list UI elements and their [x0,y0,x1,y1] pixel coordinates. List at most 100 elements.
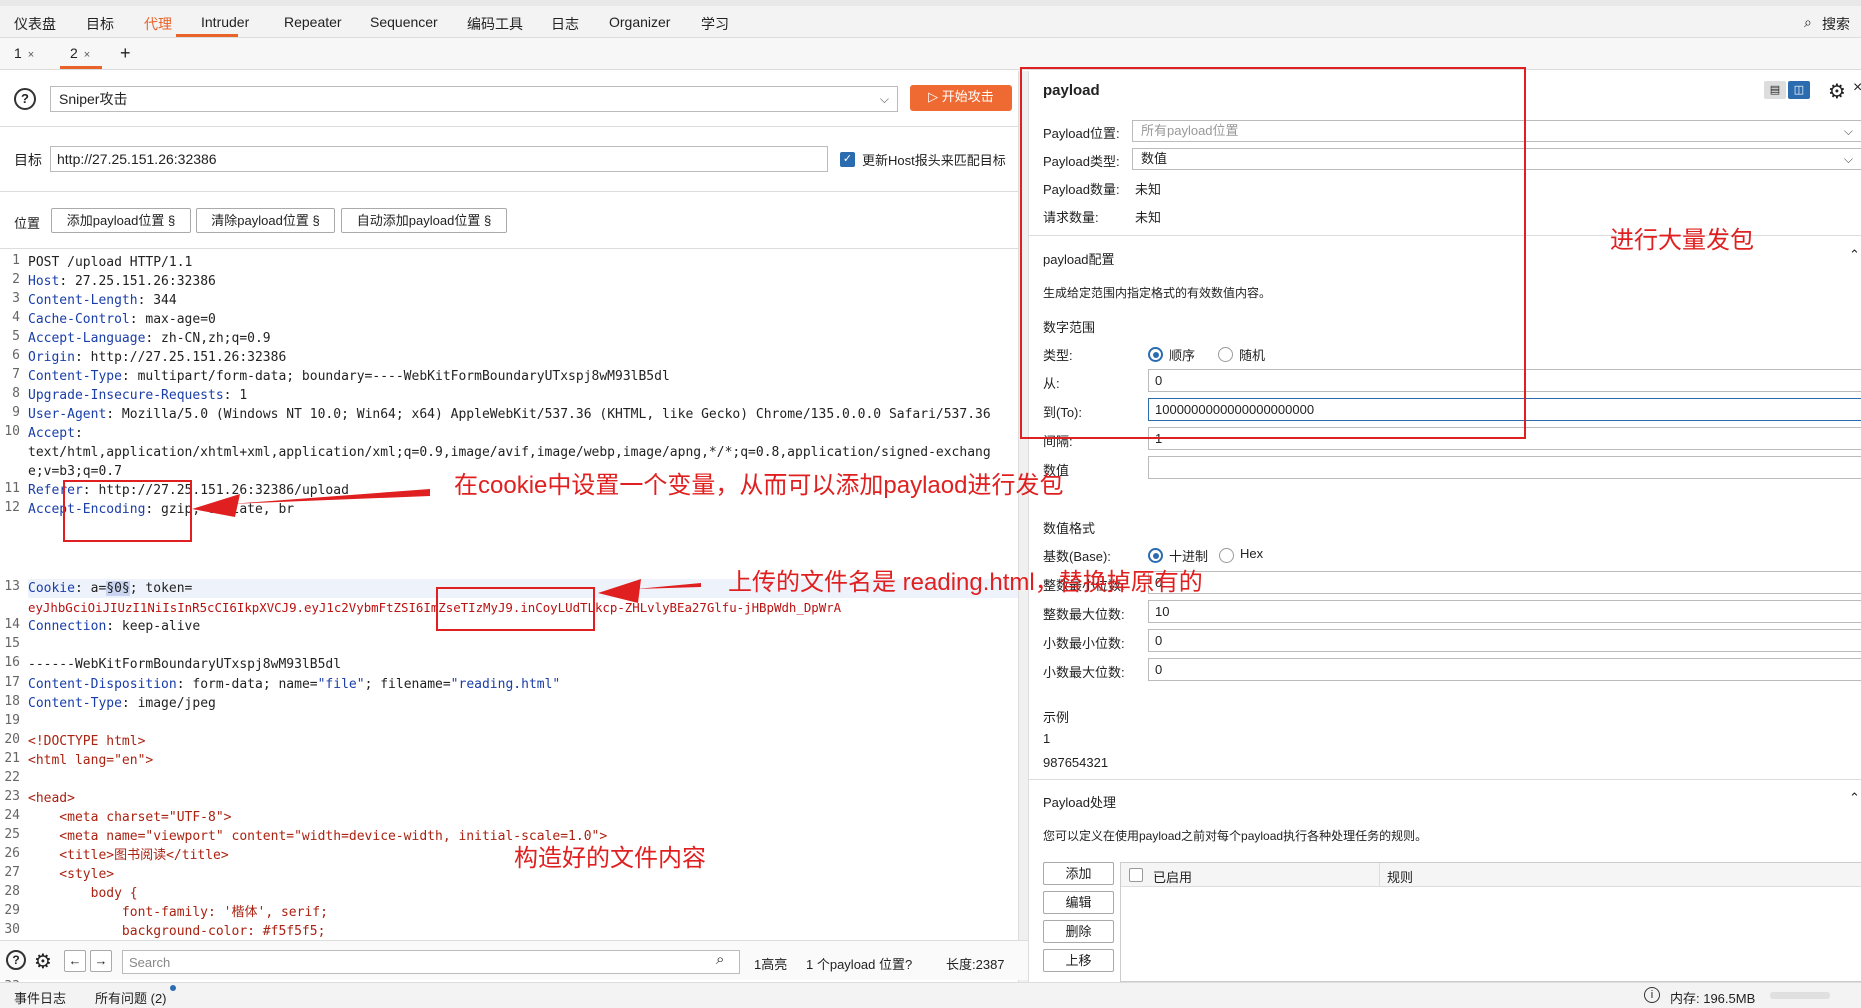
menu-proxy[interactable]: 代理 [144,14,172,34]
close-icon[interactable]: × [28,49,34,61]
gear-icon[interactable]: ⚙ [34,949,52,974]
help-icon[interactable]: ? [6,950,26,970]
disposition-header-name: Content-Disposition [28,677,177,692]
line-number: 15 [4,636,20,651]
random-radio[interactable] [1218,347,1233,362]
request-line[interactable]: Content-Length: 344 [28,291,177,310]
start-attack-button[interactable]: ▷ 开始攻击 [910,85,1012,111]
request-line[interactable]: Connection: keep-alive [28,617,200,636]
update-host-label: 更新Host报头来匹配目标 [862,153,1006,168]
layout-horizontal-icon[interactable]: ▤ [1764,81,1786,99]
header-value: 1 [231,388,248,403]
all-issues-tab[interactable]: 所有问题 (2) [95,988,167,1007]
request-line[interactable]: Accept-Language: zh-CN,zh;q=0.9 [28,329,271,348]
menu-organizer[interactable]: Organizer [609,14,670,30]
body-line[interactable]: <meta charset="UTF-8"> [28,808,231,827]
chevron-up-icon[interactable]: ⌃ [1849,790,1860,806]
layout-vertical-icon[interactable]: ◫ [1788,81,1810,99]
request-line[interactable]: Host: 27.25.151.26:32386 [28,272,216,291]
search-icon[interactable]: ⌕ [1804,14,1812,31]
from-input[interactable]: 0 [1148,369,1861,392]
content-disposition-line[interactable]: Content-Disposition: form-data; name="fi… [28,675,560,694]
menu-target[interactable]: 目标 [86,14,114,34]
clear-payload-position-button[interactable]: 清除payload位置 § [196,208,335,233]
close-icon[interactable]: × [84,49,90,61]
chevron-up-icon[interactable]: ⌃ [1849,247,1860,263]
search-input[interactable]: Search [122,950,740,974]
rule-column: 规则 [1387,870,1414,885]
event-log-tab[interactable]: 事件日志 [14,988,66,1007]
menu-dashboard[interactable]: 仪表盘 [14,14,56,34]
body-line[interactable]: <head> [28,789,75,808]
request-line[interactable]: e;v=b3;q=0.7 [28,462,122,481]
menu-intruder[interactable]: Intruder [201,14,249,30]
min-frac-digits-input[interactable]: 0 [1148,629,1861,652]
line-number: 3 [12,291,20,306]
help-icon[interactable]: ? [14,88,36,110]
number-input[interactable] [1148,456,1861,479]
processing-rules-table[interactable]: 已启用 规则 [1120,862,1861,982]
tab-1[interactable]: 1 × [14,38,44,69]
menu-decoder[interactable]: 编码工具 [467,14,523,34]
request-line[interactable]: Cache-Control: max-age=0 [28,310,216,329]
payload-position-select[interactable]: 所有payload位置 ⌵ [1132,120,1861,142]
search-label[interactable]: 搜索 [1822,14,1850,34]
menu-learn[interactable]: 学习 [701,14,729,34]
max-int-digits-input[interactable]: 10 [1148,600,1861,623]
request-editor[interactable]: 1 POST /upload HTTP/1.1 2 Host: 27.25.151.2… [0,249,1018,1007]
hex-radio[interactable] [1219,548,1234,563]
request-line[interactable]: Accept-Encoding: gzip, deflate, br [28,500,294,519]
body-line[interactable]: <!DOCTYPE html> [28,732,145,751]
request-line[interactable]: Upgrade-Insecure-Requests: 1 [28,386,247,405]
tab-2[interactable]: 2 × [60,38,102,69]
body-line[interactable]: <style> [28,865,114,884]
payload-type-select[interactable]: 数值 ⌵ [1132,148,1861,170]
range-type-label: 类型: [1043,348,1073,363]
body-line[interactable]: body { [28,884,138,903]
menu-logger[interactable]: 日志 [551,14,579,34]
body-line[interactable]: font-family: '楷体', serif; [28,903,328,922]
line-number: 13 [4,579,20,594]
content-type-line[interactable]: Content-Type: image/jpeg [28,694,216,713]
body-line[interactable]: background-color: #f5f5f5; [28,922,326,941]
menu-sequencer[interactable]: Sequencer [370,14,438,30]
move-up-rule-button[interactable]: 上移 [1043,949,1114,972]
remove-rule-button[interactable]: 删除 [1043,920,1114,943]
payload-marker[interactable]: §0§ [106,581,130,596]
line-number: 21 [4,751,20,766]
search-icon[interactable]: ⌕ [716,951,724,968]
min-int-digits-input[interactable]: 0 [1148,571,1861,594]
request-line[interactable]: POST /upload HTTP/1.1 [28,253,192,272]
request-line[interactable]: User-Agent: Mozilla/5.0 (Windows NT 10.0… [28,405,991,424]
request-line[interactable]: Referer: http://27.25.151.26:32386/uploa… [28,481,349,500]
annotation-filename: 上传的文件名是 reading.html，替换掉原有的 [728,569,1203,596]
to-input[interactable]: 1000000000000000000000 [1148,398,1861,421]
gear-icon[interactable]: ⚙ [1828,79,1846,104]
target-url-input[interactable]: http://27.25.151.26:32386 [50,146,828,172]
update-host-checkbox[interactable]: ✓ [840,152,855,167]
back-icon[interactable]: ← [64,950,86,972]
request-line[interactable]: Content-Type: multipart/form-data; bound… [28,367,670,386]
auto-payload-position-button[interactable]: 自动添加payload位置 § [341,208,507,233]
request-line[interactable]: Origin: http://27.25.151.26:32386 [28,348,286,367]
body-line[interactable]: <html lang="en"> [28,751,153,770]
forward-icon[interactable]: → [90,950,112,972]
step-input[interactable]: 1 [1148,427,1861,450]
request-line[interactable]: text/html,application/xhtml+xml,applicat… [28,443,991,462]
request-line[interactable]: ------WebKitFormBoundaryUTxspj8wM93lB5dl [28,655,341,674]
info-icon: i [1644,987,1660,1003]
enabled-checkbox[interactable] [1129,868,1143,882]
sequential-radio[interactable] [1148,347,1163,362]
close-icon[interactable]: × [1853,79,1861,97]
max-frac-digits-input[interactable]: 0 [1148,658,1861,681]
add-payload-position-button[interactable]: 添加payload位置 § [51,208,191,233]
attack-type-select[interactable]: Sniper攻击 ⌵ [50,86,898,112]
editor-scrollbar[interactable] [1018,71,1028,983]
decimal-radio[interactable] [1148,548,1163,563]
request-line[interactable]: Accept: [28,424,83,443]
add-rule-button[interactable]: 添加 [1043,862,1114,885]
edit-rule-button[interactable]: 编辑 [1043,891,1114,914]
menu-repeater[interactable]: Repeater [284,14,342,30]
body-line[interactable]: <title>图书阅读</title> [28,846,228,865]
add-tab-button[interactable]: + [120,38,131,69]
